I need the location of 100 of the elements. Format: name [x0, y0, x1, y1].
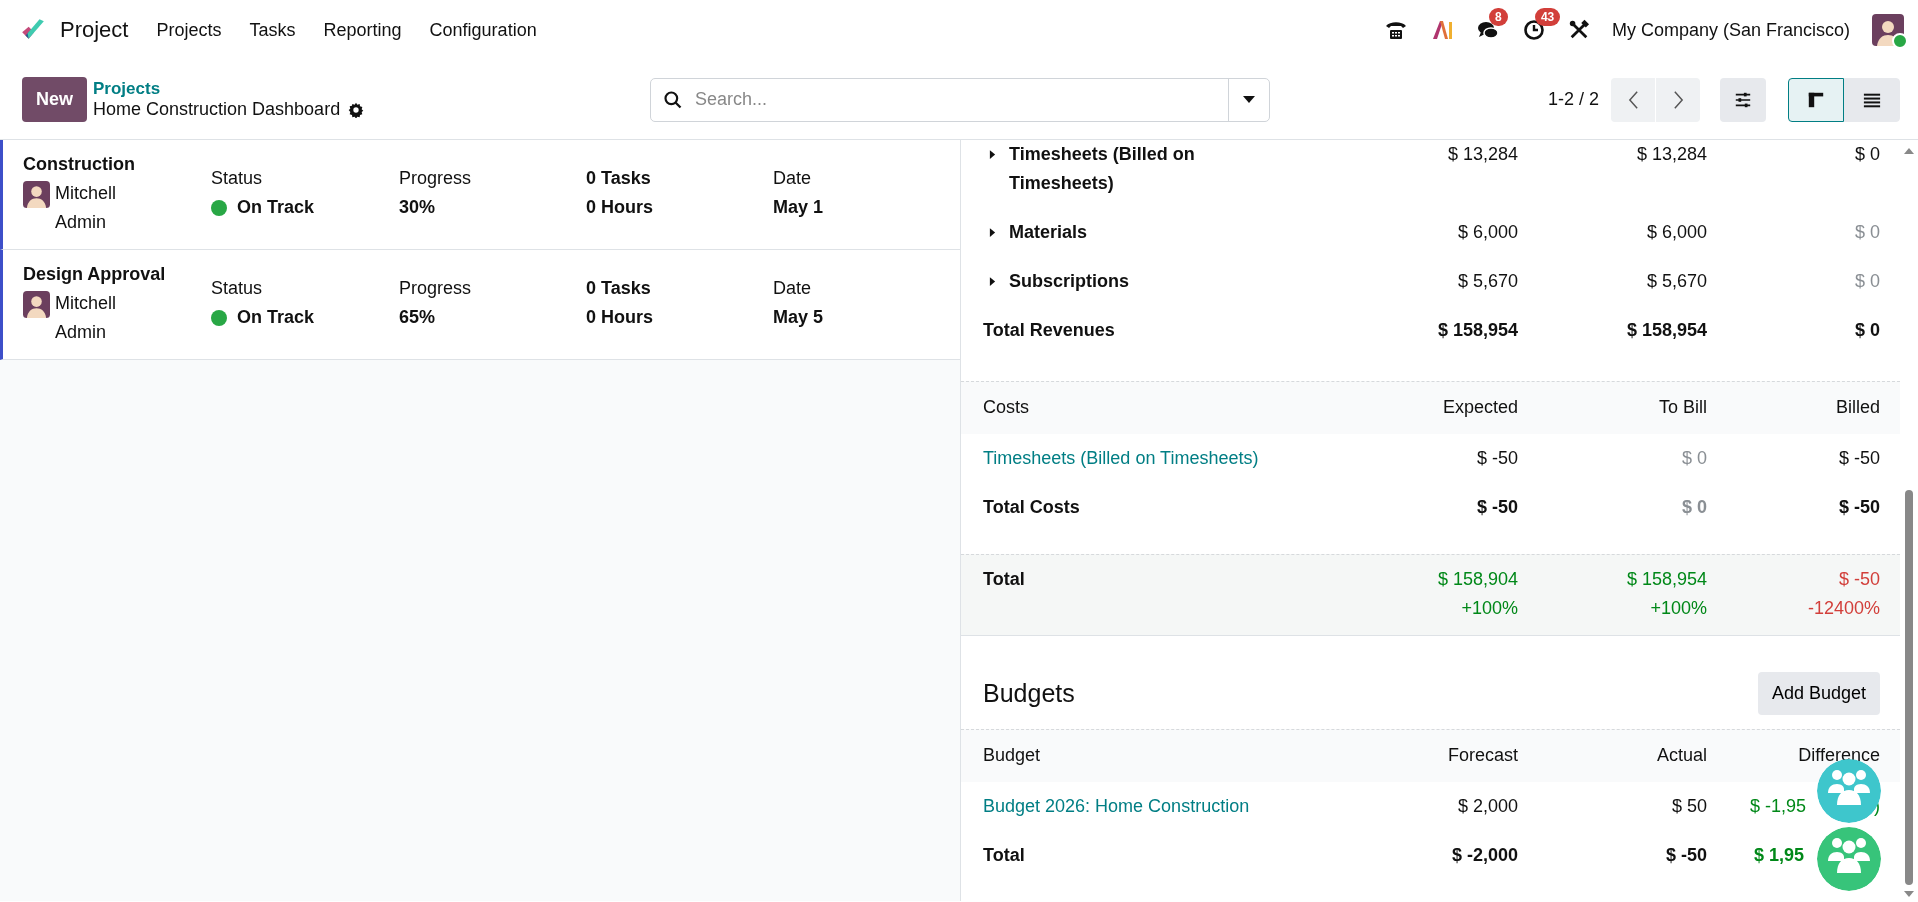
amount: $ 6,000: [1456, 221, 1518, 244]
menu-item[interactable]: Reporting: [323, 19, 402, 41]
project-name: Construction: [23, 153, 136, 176]
project-name: Design Approval: [23, 263, 167, 286]
amount: $ -50: [1475, 496, 1518, 519]
counter-badge: 8: [1488, 8, 1508, 26]
amount: $ 13,284: [1446, 143, 1518, 166]
column-header: To Bill: [1658, 396, 1707, 419]
field-label: Date: [773, 167, 813, 190]
total-amount: $ 158,904: [1437, 568, 1518, 591]
amount: $ 13,284: [1635, 143, 1707, 166]
breadcrumb-current: Home Construction Dashboard: [93, 99, 341, 120]
hours-count: 0 Hours: [586, 196, 655, 219]
total-label: Total Costs: [983, 496, 1081, 519]
user-avatar[interactable]: [1872, 14, 1904, 46]
field-label: Progress: [399, 277, 473, 300]
new-button[interactable]: New: [22, 77, 87, 122]
add-budget-button[interactable]: Add Budget: [1757, 672, 1880, 715]
amount: $ 5,670: [1456, 270, 1518, 293]
field-label: Status: [211, 167, 264, 190]
revenue-category[interactable]: Materials: [1009, 218, 1229, 247]
breadcrumb-link[interactable]: Projects: [93, 79, 365, 99]
owner-name: Mitchell Admin: [55, 292, 117, 344]
column-header: Expected: [1441, 396, 1518, 419]
search-input[interactable]: Search...: [693, 78, 1228, 121]
column-header: Budget: [983, 744, 1042, 767]
column-header: Actual: [1655, 744, 1707, 767]
caret-right-icon[interactable]: [989, 149, 996, 160]
counter-badge: 43: [1534, 8, 1561, 26]
section-heading: Costs: [983, 396, 1030, 419]
pager-value[interactable]: 1-2 / 2: [1547, 89, 1599, 110]
filter-settings-button[interactable]: [1720, 77, 1766, 122]
kanban-icon: [1807, 90, 1825, 109]
company-switcher[interactable]: My Company (San Francisco): [1611, 19, 1850, 41]
date-value: May 5: [773, 306, 825, 329]
amount: $ 0: [1853, 270, 1880, 293]
total-amount: $ -50: [1838, 568, 1880, 591]
status-value: On Track: [237, 306, 315, 329]
caret-icon: [1243, 95, 1255, 104]
menu-item[interactable]: Configuration: [429, 19, 537, 41]
total-amount: $ 158,954: [1626, 568, 1707, 591]
tools-icon[interactable]: [1567, 19, 1590, 41]
cost-link[interactable]: Timesheets (Billed on Timesheets): [983, 444, 1283, 473]
progress-value: 30%: [399, 196, 437, 219]
section-title: Budgets: [983, 679, 1075, 708]
revenue-category[interactable]: Timesheets (Billed on Timesheets): [1009, 140, 1229, 198]
field-label: Date: [773, 277, 813, 300]
user-avatar: [23, 181, 50, 208]
field-label: Status: [211, 277, 264, 300]
menu-item[interactable]: Tasks: [249, 19, 296, 41]
amount: $ 50: [1670, 795, 1707, 818]
amount: $ 0: [1680, 447, 1707, 470]
owner-name: Mitchell Admin: [55, 182, 117, 234]
amount: $ 0: [1680, 496, 1707, 519]
search-bar[interactable]: Search...: [650, 77, 1270, 122]
amount: $ -50: [1837, 447, 1880, 470]
progress-value: 65%: [399, 306, 437, 329]
total-label: Total Revenues: [983, 319, 1116, 342]
caret-right-icon[interactable]: [989, 276, 996, 287]
budget-link[interactable]: Budget 2026: Home Construction: [983, 792, 1283, 821]
amount: $ -50: [1475, 447, 1518, 470]
list-view-button[interactable]: [1844, 77, 1900, 122]
project-card[interactable]: Construction Mitchell Admin Status On Track Progress 30% 0 Tasks 0 Hours Date May 1: [0, 140, 960, 250]
revenue-category[interactable]: Subscriptions: [1009, 267, 1229, 296]
amount: $ 2,000: [1456, 795, 1518, 818]
scroll-up-icon: [1904, 148, 1914, 154]
amount: $ 0: [1853, 221, 1880, 244]
scrollbar-thumb[interactable]: [1905, 490, 1913, 885]
app-name[interactable]: Project: [60, 17, 129, 43]
sliders-icon: [1734, 90, 1752, 109]
amount: $ -50: [1837, 496, 1880, 519]
amount: $ -2,000: [1450, 844, 1518, 867]
user-avatar: [23, 291, 50, 318]
chevron-right-icon: [1672, 89, 1684, 110]
online-status-dot: [1892, 33, 1908, 49]
total-percent: -12400%: [1807, 597, 1880, 620]
chevron-left-icon: [1627, 89, 1639, 110]
amount: $ 0: [1853, 143, 1880, 166]
amount: $ 0: [1853, 319, 1880, 342]
gear-icon[interactable]: [348, 101, 365, 118]
amount: $ 158,954: [1625, 319, 1707, 342]
search-icon: [663, 89, 683, 110]
amount: $ 1,95: [1753, 844, 1804, 867]
caret-right-icon[interactable]: [989, 227, 996, 238]
column-header: Difference: [1797, 744, 1880, 767]
amount: $ 158,954: [1436, 319, 1518, 342]
total-percent: +100%: [1650, 597, 1707, 620]
date-value: May 1: [773, 196, 825, 219]
column-header: Billed: [1834, 396, 1880, 419]
amount: $ 5,670: [1645, 270, 1707, 293]
task-count: 0 Tasks: [586, 167, 652, 190]
total-label: Total: [983, 844, 1026, 867]
column-header: Forecast: [1446, 744, 1518, 767]
hours-count: 0 Hours: [586, 306, 655, 329]
status-value: On Track: [237, 196, 315, 219]
project-card[interactable]: Design Approval Mitchell Admin Status On Track Progress 65% 0 Tasks 0 Hours Date May 5: [0, 250, 960, 360]
amount: $ -1,95: [1749, 795, 1806, 818]
menu-item[interactable]: Projects: [156, 19, 222, 41]
amount: $ -50: [1664, 844, 1707, 867]
kanban-view-button[interactable]: [1788, 77, 1844, 122]
